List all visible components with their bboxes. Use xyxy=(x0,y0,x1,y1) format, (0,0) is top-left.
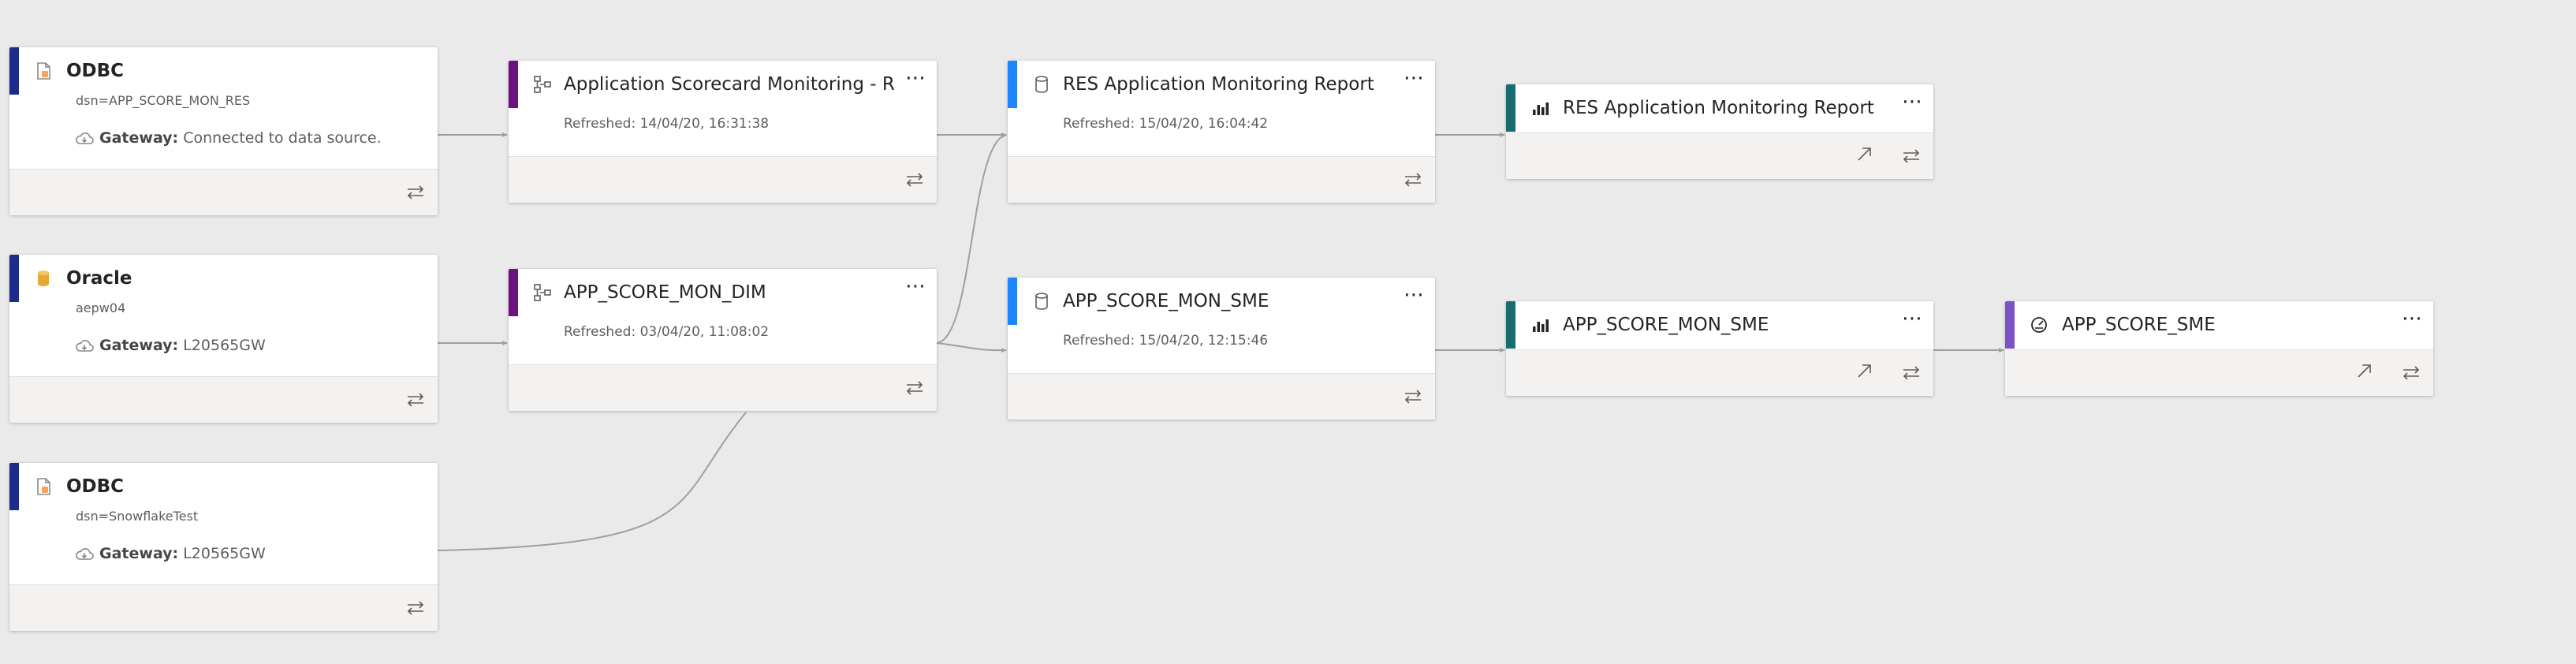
gateway-cloud-icon xyxy=(74,546,95,562)
dataflow-card-app-score-mon-dim[interactable]: APP_SCORE_MON_DIM ⋯ Refreshed: 03/04/20,… xyxy=(509,269,937,411)
datasource-card-oracle[interactable]: Oracle aepw04 Gateway: L20565GW xyxy=(9,255,438,423)
more-options-button[interactable]: ⋯ xyxy=(1902,91,1923,112)
card-footer xyxy=(9,169,438,215)
card-footer xyxy=(9,376,438,423)
dataflow-icon xyxy=(532,74,553,95)
gateway-value: L20565GW xyxy=(183,337,266,354)
dataset-card-app-score-mon-sme[interactable]: APP_SCORE_MON_SME ⋯ Refreshed: 15/04/20,… xyxy=(1008,278,1435,420)
gateway-status: Gateway: L20565GW xyxy=(99,545,266,562)
more-options-button[interactable]: ⋯ xyxy=(1902,308,1923,329)
card-footer xyxy=(1008,156,1435,203)
gateway-cloud-icon xyxy=(74,338,95,354)
card-type-bar xyxy=(509,269,518,316)
refreshed-timestamp: Refreshed: 15/04/20, 12:15:46 xyxy=(1063,333,1269,349)
card-type-bar xyxy=(509,61,518,108)
gateway-status: Gateway: L20565GW xyxy=(99,337,266,354)
card-type-bar xyxy=(9,463,19,510)
lineage-arrows-icon[interactable] xyxy=(904,171,925,188)
gateway-label: Gateway: xyxy=(99,337,179,354)
card-footer xyxy=(1008,373,1435,420)
card-subtitle: dsn=APP_SCORE_MON_RES xyxy=(76,93,251,108)
more-options-button[interactable]: ⋯ xyxy=(1404,68,1425,88)
gateway-label: Gateway: xyxy=(99,545,179,562)
card-title: ODBC xyxy=(66,476,125,497)
card-subtitle: aepw04 xyxy=(76,300,126,315)
card-footer xyxy=(509,364,937,411)
datasource-card-odbc-snowflake[interactable]: ODBC dsn=SnowflakeTest Gateway: L20565GW xyxy=(9,463,438,631)
gateway-label: Gateway: xyxy=(99,129,179,147)
refreshed-timestamp: Refreshed: 03/04/20, 11:08:02 xyxy=(564,324,770,340)
card-title: APP_SCORE_MON_DIM xyxy=(564,282,766,303)
card-type-bar xyxy=(1008,278,1017,325)
more-options-button[interactable]: ⋯ xyxy=(905,68,926,88)
dataset-card-res-report[interactable]: RES Application Monitoring Report ⋯ Refr… xyxy=(1008,61,1435,203)
dashboard-gauge-icon xyxy=(2029,315,2049,335)
connector-odbc2-to-dim xyxy=(437,412,747,551)
connector-dim-to-sme-dataset xyxy=(936,342,1007,353)
refreshed-timestamp: Refreshed: 15/04/20, 16:04:42 xyxy=(1063,116,1269,132)
lineage-arrows-icon[interactable] xyxy=(405,599,426,617)
gateway-status: Gateway: Connected to data source. xyxy=(99,129,382,147)
oracle-database-icon xyxy=(33,268,54,289)
refreshed-timestamp: Refreshed: 14/04/20, 16:31:38 xyxy=(564,116,770,132)
card-title: APP_SCORE_SME xyxy=(2062,315,2216,335)
card-title: RES Application Monitoring Report xyxy=(1063,74,1374,95)
gateway-value: L20565GW xyxy=(183,545,266,562)
more-options-button[interactable]: ⋯ xyxy=(905,276,926,297)
dataflow-icon xyxy=(532,282,553,303)
card-title: APP_SCORE_MON_SME xyxy=(1563,315,1769,335)
lineage-arrows-icon[interactable] xyxy=(2401,364,2421,382)
odbc-file-icon xyxy=(33,476,54,497)
report-card-app-score-mon-sme[interactable]: APP_SCORE_MON_SME ⋯ xyxy=(1506,301,1933,396)
card-type-bar xyxy=(1506,84,1515,132)
lineage-arrows-icon[interactable] xyxy=(1403,388,1423,405)
datasource-card-odbc-res[interactable]: ODBC dsn=APP_SCORE_MON_RES Gateway: Conn… xyxy=(9,47,438,215)
odbc-file-icon xyxy=(33,61,54,81)
dataflow-card-scorecard[interactable]: Application Scorecard Monitoring - Resid… xyxy=(509,61,937,203)
dashboard-card-app-score-sme[interactable]: APP_SCORE_SME ⋯ xyxy=(2005,301,2433,396)
lineage-arrows-icon[interactable] xyxy=(1403,171,1423,188)
more-options-button[interactable]: ⋯ xyxy=(2402,308,2423,329)
card-title: APP_SCORE_MON_SME xyxy=(1063,291,1269,311)
report-chart-icon xyxy=(1530,98,1550,118)
card-type-bar xyxy=(9,255,19,302)
card-type-bar xyxy=(2005,301,2015,349)
card-type-bar xyxy=(9,47,19,95)
lineage-arrows-icon[interactable] xyxy=(904,379,925,397)
open-arrow-icon[interactable] xyxy=(1855,145,1875,162)
connector-dim-to-res-dataset xyxy=(936,133,1007,344)
dataset-icon xyxy=(1031,74,1052,95)
dataset-icon xyxy=(1031,291,1052,311)
card-title: Oracle xyxy=(66,268,132,289)
gateway-value: Connected to data source. xyxy=(183,129,382,147)
lineage-arrows-icon[interactable] xyxy=(1901,147,1922,165)
card-title: Application Scorecard Monitoring - Resid… xyxy=(564,74,895,95)
card-title: RES Application Monitoring Report xyxy=(1563,98,1874,118)
card-title: ODBC xyxy=(66,61,125,81)
more-options-button[interactable]: ⋯ xyxy=(1404,285,1425,305)
report-chart-icon xyxy=(1530,315,1550,335)
card-subtitle: dsn=SnowflakeTest xyxy=(76,509,199,524)
report-card-res-report[interactable]: RES Application Monitoring Report ⋯ xyxy=(1506,84,1933,179)
lineage-arrows-icon[interactable] xyxy=(405,391,426,408)
lineage-arrows-icon[interactable] xyxy=(405,184,426,201)
card-type-bar xyxy=(1506,301,1515,349)
card-footer xyxy=(509,156,937,203)
card-type-bar xyxy=(1008,61,1017,108)
gateway-cloud-icon xyxy=(74,131,95,147)
card-footer xyxy=(9,584,438,631)
open-arrow-icon[interactable] xyxy=(2354,362,2375,379)
open-arrow-icon[interactable] xyxy=(1855,362,1875,379)
lineage-arrows-icon[interactable] xyxy=(1901,364,1922,382)
